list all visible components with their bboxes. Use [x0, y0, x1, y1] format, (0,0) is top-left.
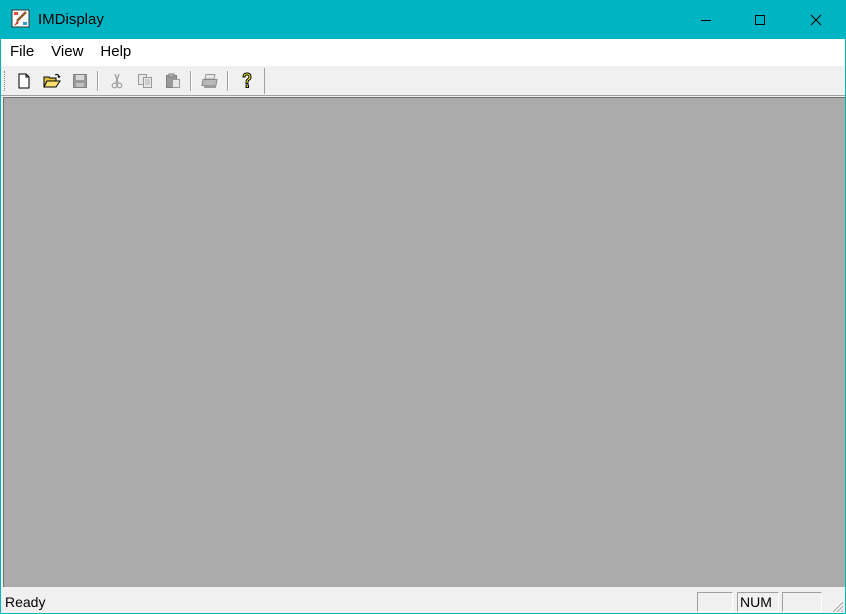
close-button[interactable] [793, 1, 839, 39]
menu-file[interactable]: File [1, 39, 42, 65]
open-folder-icon [43, 73, 61, 88]
print-button[interactable] [199, 70, 221, 92]
copy-button[interactable] [134, 70, 156, 92]
help-question-icon [242, 72, 252, 88]
toolbar [3, 68, 265, 94]
save-button[interactable] [69, 70, 91, 92]
toolbar-separator [97, 71, 99, 91]
cut-button[interactable] [106, 70, 128, 92]
paste-icon [166, 73, 180, 88]
app-window: IMDisplay File View Help Ready NUM [0, 0, 846, 614]
new-button[interactable] [13, 70, 35, 92]
close-icon [810, 14, 822, 26]
help-button[interactable] [236, 70, 258, 92]
copy-icon [138, 74, 152, 88]
toolbar-separator [227, 71, 229, 91]
toolbar-separator [190, 71, 192, 91]
open-button[interactable] [41, 70, 63, 92]
toolbar-area [1, 65, 845, 96]
toolbar-grip[interactable] [4, 71, 8, 91]
status-pane-caps [697, 592, 733, 612]
new-document-icon [18, 73, 30, 89]
cut-scissors-icon [111, 73, 123, 89]
window-title: IMDisplay [38, 11, 104, 28]
status-bar: Ready NUM [1, 589, 845, 613]
menu-bar: File View Help [1, 39, 845, 65]
status-pane-num: NUM [737, 592, 779, 612]
menu-view[interactable]: View [42, 39, 91, 65]
status-message: Ready [5, 594, 46, 610]
minimize-button[interactable] [683, 1, 729, 39]
save-disk-icon [73, 74, 87, 88]
title-bar[interactable]: IMDisplay [1, 1, 845, 39]
minimize-icon [701, 20, 711, 21]
resize-grip-icon[interactable] [828, 597, 844, 613]
maximize-icon [755, 15, 765, 25]
paste-button[interactable] [162, 70, 184, 92]
menu-help[interactable]: Help [91, 39, 139, 65]
status-pane-scroll [782, 592, 822, 612]
maximize-button[interactable] [737, 1, 783, 39]
paint-brush-app-icon[interactable] [11, 9, 31, 29]
image-display-area[interactable] [3, 97, 845, 587]
print-icon [201, 74, 218, 88]
